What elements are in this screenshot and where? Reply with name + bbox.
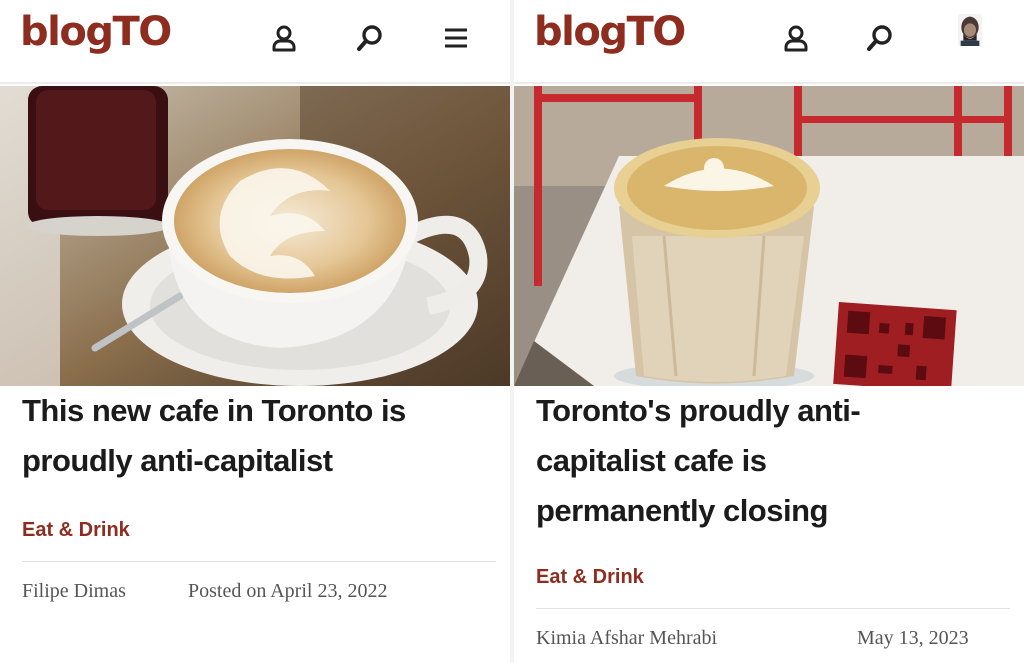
category-link[interactable]: Eat & Drink [22,519,130,542]
site-logo[interactable]: blogTO [20,9,172,55]
site-header: blogTO [0,0,510,84]
article-photo[interactable] [514,86,1024,386]
user-icon[interactable] [780,22,812,54]
title-line[interactable]: Toronto's proudly anti- [514,386,879,436]
article-photo[interactable] [0,86,510,386]
divider [536,608,1010,609]
search-icon[interactable] [354,22,386,54]
menu-icon[interactable] [440,22,472,54]
search-icon[interactable] [864,22,896,54]
author-name[interactable]: Filipe Dimas [22,580,126,603]
post-date: Posted on April 23, 2022 [188,580,388,602]
article-card-left: blogTO This new cafe in Toronto is proud… [0,0,510,663]
category-link[interactable]: Eat & Drink [536,566,644,589]
author-name[interactable]: Kimia Afshar Mehrabi [536,627,717,650]
title-line[interactable]: permanently closing [514,486,846,536]
title-line[interactable]: capitalist cafe is [514,436,785,486]
divider [22,561,496,562]
post-date: May 13, 2023 [857,627,969,649]
article-card-right: blogTO Toronto's proudly anti- capitalis… [514,0,1024,663]
site-logo[interactable]: blogTO [534,9,686,55]
avatar[interactable] [954,14,990,62]
user-icon[interactable] [268,22,300,54]
site-header: blogTO [514,0,1024,84]
article-title[interactable]: Toronto's proudly anti- capitalist cafe … [514,386,879,536]
article-title[interactable]: This new cafe in Toronto is proudly anti… [0,386,424,486]
title-line[interactable]: proudly anti-capitalist [0,436,351,486]
title-line[interactable]: This new cafe in Toronto is [0,386,424,436]
